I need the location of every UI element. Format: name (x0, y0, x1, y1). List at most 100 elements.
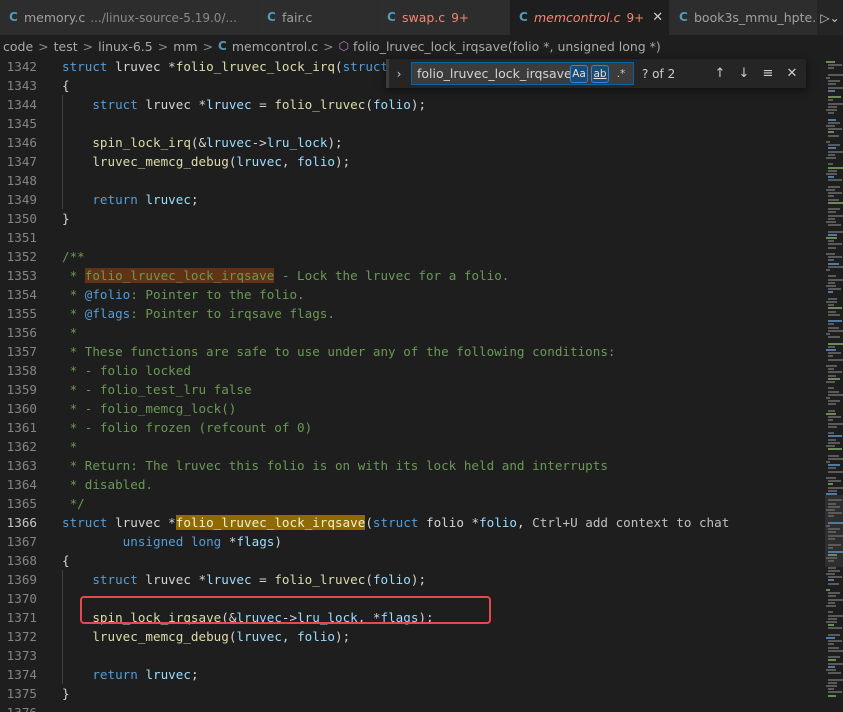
code-token: folio_lruvec_lock_irqsave (84, 268, 275, 283)
minimap-line (828, 224, 841, 227)
line-number: 1366 (6, 515, 37, 530)
code-token: } (62, 211, 70, 226)
minimap-line (828, 672, 841, 675)
tab-swap-c[interactable]: Cswap.c 9+ (378, 0, 510, 35)
minimap-line (828, 681, 837, 684)
minimap-line (828, 150, 843, 153)
code-line: */ (62, 494, 85, 513)
minimap-line (826, 445, 835, 447)
c-file-icon: C (267, 10, 276, 24)
close-icon[interactable]: ✕ (652, 10, 663, 25)
minimap-line (828, 265, 843, 268)
line-number: 1358 (6, 363, 37, 378)
code-token: , (281, 154, 298, 169)
line-number: 1367 (6, 534, 37, 549)
code-token: ; (190, 192, 199, 207)
minimap-line (826, 237, 837, 239)
code-token: lruvec (145, 667, 191, 682)
minimap-line (828, 307, 842, 310)
minimap-line (826, 413, 836, 415)
minimap-line (826, 269, 830, 271)
minimap-line (828, 131, 834, 134)
minimap-line (828, 582, 839, 585)
minimap-line (828, 432, 834, 435)
problems-badge: 9+ (451, 10, 469, 25)
next-match-icon[interactable]: ↓ (732, 66, 756, 81)
tab-memory-c[interactable]: Cmemory.c .../linux-source-5.19.0/... (0, 0, 258, 35)
code-token: struct (92, 97, 138, 112)
minimap-line (826, 685, 837, 687)
find-input[interactable]: folio_lruvec_lock_irqsave Aa ab .* (411, 62, 634, 85)
code-token: lruvec (115, 59, 161, 74)
code-token: ); (410, 572, 427, 587)
minimap-line (828, 646, 839, 649)
code-token: ); (327, 135, 343, 150)
breadcrumb-item[interactable]: folio_lruvec_lock_irqsave(folio *, unsig… (353, 39, 661, 54)
code-line: { (62, 551, 70, 570)
previous-match-icon[interactable]: ↑ (708, 66, 732, 81)
minimap-line (828, 342, 843, 345)
minimap-line (826, 173, 837, 175)
line-number: 1357 (6, 344, 37, 359)
line-number: 1348 (6, 173, 37, 188)
minimap-line (828, 470, 843, 473)
whole-word-toggle[interactable]: ab (591, 64, 609, 83)
find-in-selection-icon[interactable]: ≡ (756, 66, 780, 81)
tab-bar: Cmemory.c .../linux-source-5.19.0/... Cfai… (0, 0, 843, 35)
code-line: * (62, 323, 78, 342)
minimap-line (828, 336, 840, 339)
minimap-line (828, 624, 834, 627)
breadcrumb-item[interactable]: linux-6.5 (98, 39, 153, 54)
minimap-line (828, 147, 836, 150)
minimap-line (828, 310, 836, 313)
minimap-line (828, 617, 837, 620)
minimap-line (828, 281, 835, 284)
line-number: 1369 (6, 572, 37, 587)
line-number: 1371 (6, 610, 37, 625)
code-token: { (62, 78, 70, 93)
line-number: 1370 (6, 591, 37, 606)
code-token: unsigned (122, 534, 184, 549)
line-number: 1361 (6, 420, 37, 435)
toggle-replace-icon[interactable]: › (389, 67, 409, 81)
minimap-line (828, 486, 843, 489)
code-token: folio_lruvec_lock_irq (175, 59, 335, 74)
code-token: struct (372, 515, 419, 530)
minimap-line (828, 230, 843, 233)
minimap-line (828, 256, 842, 259)
minimap-line (828, 304, 834, 307)
minimap-line (828, 435, 842, 438)
minimap-line (828, 688, 834, 691)
minimap-line (826, 557, 837, 559)
minimap-line (828, 422, 843, 425)
code-token: * disabled. (62, 477, 153, 492)
regex-toggle[interactable]: .* (612, 65, 630, 83)
code-editor[interactable]: 1342 1343 1344 1345 1346 1347 1348 1349 1350 1351… (0, 57, 825, 712)
match-case-toggle[interactable]: Aa (570, 64, 588, 83)
code-token: Ctrl+U add context to chat (532, 515, 730, 530)
minimap-line (828, 480, 841, 483)
close-find-icon[interactable]: ✕ (780, 66, 804, 81)
breadcrumb-item[interactable]: test (54, 39, 78, 54)
tab-memcontrol-c[interactable]: Cmemcontrol.c 9+ ✕ (510, 0, 670, 35)
run-action-icon[interactable]: ▷⌄ (817, 0, 843, 35)
minimap[interactable] (825, 57, 843, 712)
code-token: * These functions are safe to use under … (62, 344, 616, 359)
code-token: long (190, 534, 222, 549)
tab-fair-c[interactable]: Cfair.c (258, 0, 378, 35)
breadcrumb-item[interactable]: memcontrol.c (232, 39, 318, 54)
breadcrumb-item[interactable]: code (3, 39, 33, 54)
code-token: * - folio frozen (refcount of 0) (62, 420, 313, 435)
minimap-line (826, 461, 830, 463)
tab-book3s-mmu-hpte-c[interactable]: Cbook3s_mmu_hpte.c (670, 0, 824, 35)
line-number: 1345 (6, 116, 37, 131)
minimap-line (828, 323, 834, 326)
code-line: * - folio_memcg_lock() (62, 399, 237, 418)
code-token: lruvec_memcg_debug (92, 629, 229, 644)
breadcrumb-item[interactable]: mm (173, 39, 197, 54)
tab-label: book3s_mmu_hpte.c (694, 10, 824, 25)
minimap-line (828, 262, 839, 265)
minimap-line (826, 109, 837, 111)
